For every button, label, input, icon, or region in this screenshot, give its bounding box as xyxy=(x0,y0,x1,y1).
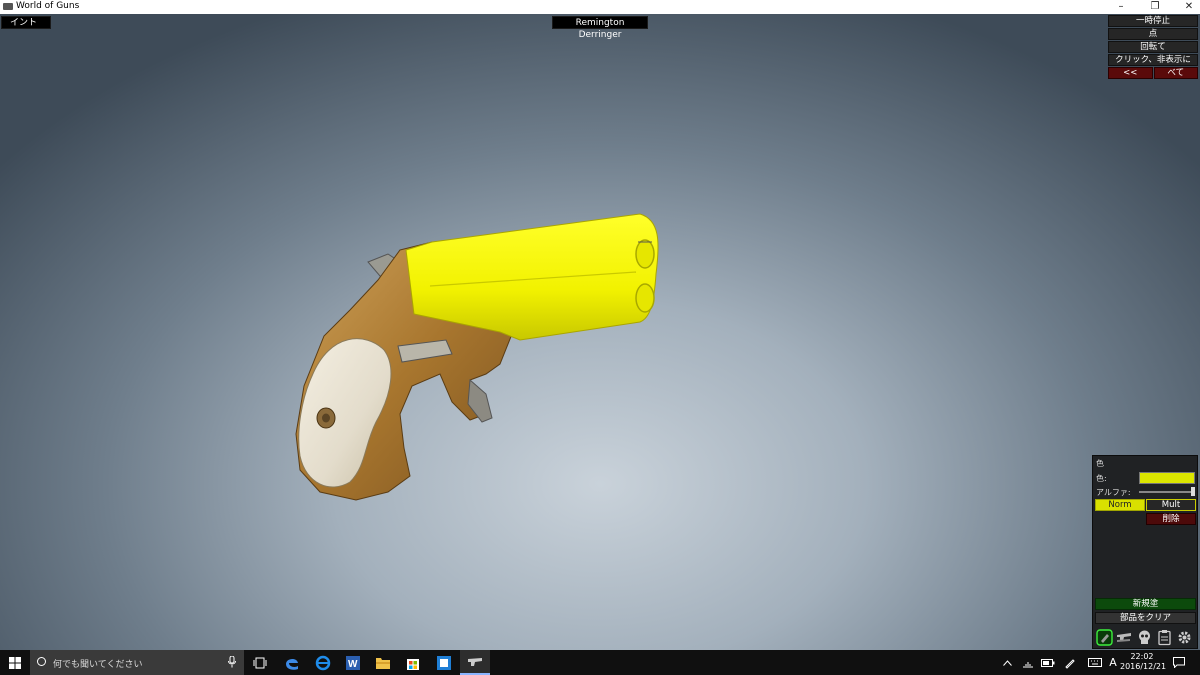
task-view-icon[interactable] xyxy=(245,650,275,675)
search-placeholder: 何でも聞いてください xyxy=(53,660,143,670)
clipboard-icon[interactable] xyxy=(1155,628,1174,647)
microphone-icon[interactable] xyxy=(228,655,236,671)
alpha-label: アルファ: xyxy=(1096,488,1131,497)
skull-icon[interactable] xyxy=(1135,628,1154,647)
color-swatch[interactable] xyxy=(1139,472,1195,484)
3d-viewport[interactable]: イント Remington Derringer 一時停止 点 回転て クリック、… xyxy=(0,14,1200,650)
mode-mult-button[interactable]: Mult xyxy=(1146,499,1196,511)
pen-icon[interactable] xyxy=(1062,650,1078,675)
edge-icon[interactable] xyxy=(277,650,307,675)
keyboard-icon[interactable] xyxy=(1086,650,1104,675)
restore-button[interactable]: ❐ xyxy=(1138,0,1172,14)
chevron-up-icon[interactable] xyxy=(1000,650,1014,675)
color-panel: 色 色: アルファ: Norm Mult 削除 新規塗 部品をクリア xyxy=(1092,455,1198,649)
upper-muzzle xyxy=(635,239,655,269)
guns-icon[interactable] xyxy=(1115,628,1134,647)
taskbar: 何でも聞いてください W A 22:02 2016/12/21 xyxy=(0,650,1200,675)
settings-gear-icon[interactable] xyxy=(1175,628,1194,647)
windows-start-icon[interactable] xyxy=(0,650,30,675)
cortana-icon xyxy=(37,657,46,666)
alpha-slider-knob[interactable] xyxy=(1191,487,1195,496)
derringer-model[interactable] xyxy=(0,14,1200,650)
svg-text:W: W xyxy=(348,659,358,670)
clear-parts-button[interactable]: 部品をクリア xyxy=(1095,612,1196,624)
clock[interactable]: 22:02 2016/12/21 xyxy=(1120,652,1167,672)
store-icon[interactable] xyxy=(398,650,428,675)
window-title: World of Guns xyxy=(16,1,80,11)
delete-button[interactable]: 削除 xyxy=(1146,513,1196,525)
photos-app-icon[interactable] xyxy=(429,650,459,675)
word-icon[interactable]: W xyxy=(338,650,368,675)
new-paint-button[interactable]: 新規塗 xyxy=(1095,598,1196,610)
panel-header: 色 xyxy=(1096,459,1104,468)
window-title-bar: World of Guns – ❐ ✕ xyxy=(0,0,1200,14)
clock-date: 2016/12/21 xyxy=(1120,662,1167,671)
file-explorer-icon[interactable] xyxy=(368,650,398,675)
grip-screw xyxy=(322,413,330,423)
notification-icon[interactable] xyxy=(1170,650,1188,675)
mode-norm-button[interactable]: Norm xyxy=(1095,499,1145,511)
clock-time: 22:02 xyxy=(1130,652,1154,661)
ime-indicator[interactable]: A xyxy=(1106,650,1120,675)
alpha-slider-track[interactable] xyxy=(1139,491,1193,493)
lower-muzzle xyxy=(635,283,655,313)
close-button[interactable]: ✕ xyxy=(1172,0,1200,14)
paint-bucket-icon[interactable] xyxy=(1095,628,1114,647)
tool-icon-bar xyxy=(1095,628,1197,648)
color-label: 色: xyxy=(1096,474,1107,483)
battery-icon[interactable] xyxy=(1040,650,1056,675)
minimize-button[interactable]: – xyxy=(1104,0,1138,14)
ie-icon[interactable] xyxy=(308,650,338,675)
app-gun-icon xyxy=(3,3,13,10)
search-box[interactable]: 何でも聞いてください xyxy=(30,650,244,675)
network-icon[interactable] xyxy=(1020,650,1036,675)
world-of-guns-icon[interactable] xyxy=(460,650,490,675)
